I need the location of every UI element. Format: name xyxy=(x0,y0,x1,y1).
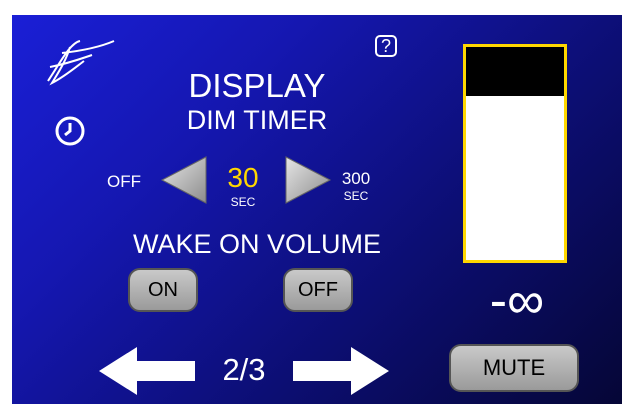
page-title: DISPLAY xyxy=(188,67,326,104)
dim-timer-max-value: 300 xyxy=(341,169,371,188)
page-indicator: 2/3 xyxy=(222,352,266,387)
previous-page-arrow[interactable] xyxy=(99,347,195,395)
increase-arrow-button[interactable] xyxy=(284,155,332,205)
dim-timer-value: 30 xyxy=(227,162,259,193)
volume-readout: -∞ xyxy=(489,272,545,330)
clock-icon xyxy=(55,116,85,146)
signature-logo xyxy=(47,40,115,86)
volume-level-meter xyxy=(463,44,567,263)
section-title-wake-on-volume: WAKE ON VOLUME xyxy=(132,229,382,259)
device-screen: ? DISPLAY DIM TIMER OFF 30 SEC 300 SEC W… xyxy=(12,15,622,404)
dim-timer-value-unit: SEC xyxy=(230,195,256,209)
wake-on-button[interactable]: ON xyxy=(128,268,198,312)
volume-level-cap xyxy=(466,47,564,96)
section-title-dim-timer: DIM TIMER xyxy=(186,105,328,135)
dim-timer-min-label: OFF xyxy=(107,172,141,191)
help-icon[interactable]: ? xyxy=(375,35,397,57)
decrease-arrow-button[interactable] xyxy=(160,155,208,205)
dim-timer-max-unit: SEC xyxy=(343,189,369,203)
mute-button[interactable]: MUTE xyxy=(449,344,579,392)
wake-off-button[interactable]: OFF xyxy=(283,268,353,312)
next-page-arrow[interactable] xyxy=(293,347,389,395)
